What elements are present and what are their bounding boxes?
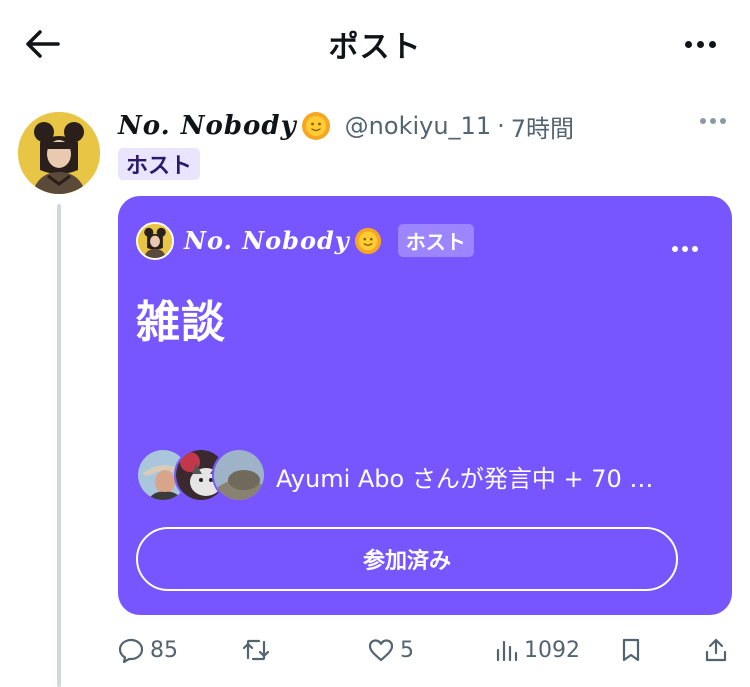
bookmark-button[interactable] bbox=[620, 630, 642, 670]
view-count: 1092 bbox=[524, 637, 580, 663]
space-card[interactable]: No. Nobody ホスト 雑談 Ayumi Abo さんが発言中 + 70 … bbox=[118, 196, 732, 615]
repost-button[interactable] bbox=[242, 630, 276, 670]
more-dots-icon bbox=[684, 40, 692, 48]
share-icon bbox=[705, 638, 727, 662]
views-button[interactable]: 1092 bbox=[494, 630, 580, 670]
sun-emoji-icon bbox=[301, 112, 330, 140]
post-meta: No. Nobody @nokiyu_11 · 7時間 bbox=[118, 108, 574, 144]
joined-button[interactable]: 参加済み bbox=[136, 527, 678, 591]
post-more-dot bbox=[720, 118, 726, 124]
space-more-button[interactable] bbox=[672, 246, 698, 252]
more-dot bbox=[696, 40, 704, 48]
avatar-image bbox=[18, 112, 100, 194]
page-title: ポスト bbox=[328, 30, 422, 65]
space-more-icon bbox=[672, 246, 678, 252]
space-title: 雑談 bbox=[136, 297, 226, 348]
speaker-avatar bbox=[212, 448, 266, 502]
thread-line bbox=[57, 204, 61, 687]
like-count: 5 bbox=[400, 637, 414, 663]
bar-chart-icon bbox=[496, 640, 518, 662]
reply-icon bbox=[118, 638, 144, 663]
host-avatar-image bbox=[138, 224, 172, 258]
post-actions: 85 5 1092 bbox=[118, 630, 732, 670]
post-time[interactable]: 7時間 bbox=[511, 109, 574, 144]
reply-button[interactable]: 85 bbox=[118, 630, 178, 670]
top-bar: ポスト bbox=[0, 0, 750, 88]
post-more-button[interactable] bbox=[700, 118, 726, 124]
host-badge: ホスト bbox=[118, 148, 201, 180]
space-more-dot bbox=[682, 246, 688, 252]
author-handle[interactable]: @nokiyu_11 bbox=[345, 112, 491, 140]
share-button[interactable] bbox=[704, 630, 728, 670]
space-host-row: No. Nobody ホスト bbox=[184, 224, 474, 257]
reply-count: 85 bbox=[150, 637, 178, 663]
space-host-name: No. Nobody bbox=[184, 226, 350, 255]
space-more-dot bbox=[692, 246, 698, 252]
sun-emoji-icon bbox=[354, 227, 381, 254]
speakers-status: Ayumi Abo さんが発言中 + 70 … bbox=[276, 465, 654, 493]
post-more-dot bbox=[710, 118, 716, 124]
author-name[interactable]: No. Nobody bbox=[118, 111, 297, 141]
heart-icon bbox=[368, 639, 394, 662]
more-dot bbox=[708, 40, 716, 48]
author-avatar[interactable] bbox=[18, 112, 100, 194]
bookmark-icon bbox=[622, 638, 640, 662]
like-button[interactable]: 5 bbox=[368, 630, 414, 670]
more-options-button[interactable] bbox=[676, 26, 724, 62]
repost-icon bbox=[242, 639, 270, 661]
post-more-icon bbox=[700, 118, 706, 124]
speaker-avatars bbox=[136, 448, 270, 504]
space-host-badge: ホスト bbox=[397, 224, 474, 257]
meta-separator: · bbox=[497, 112, 505, 140]
space-host-avatar bbox=[136, 222, 174, 260]
